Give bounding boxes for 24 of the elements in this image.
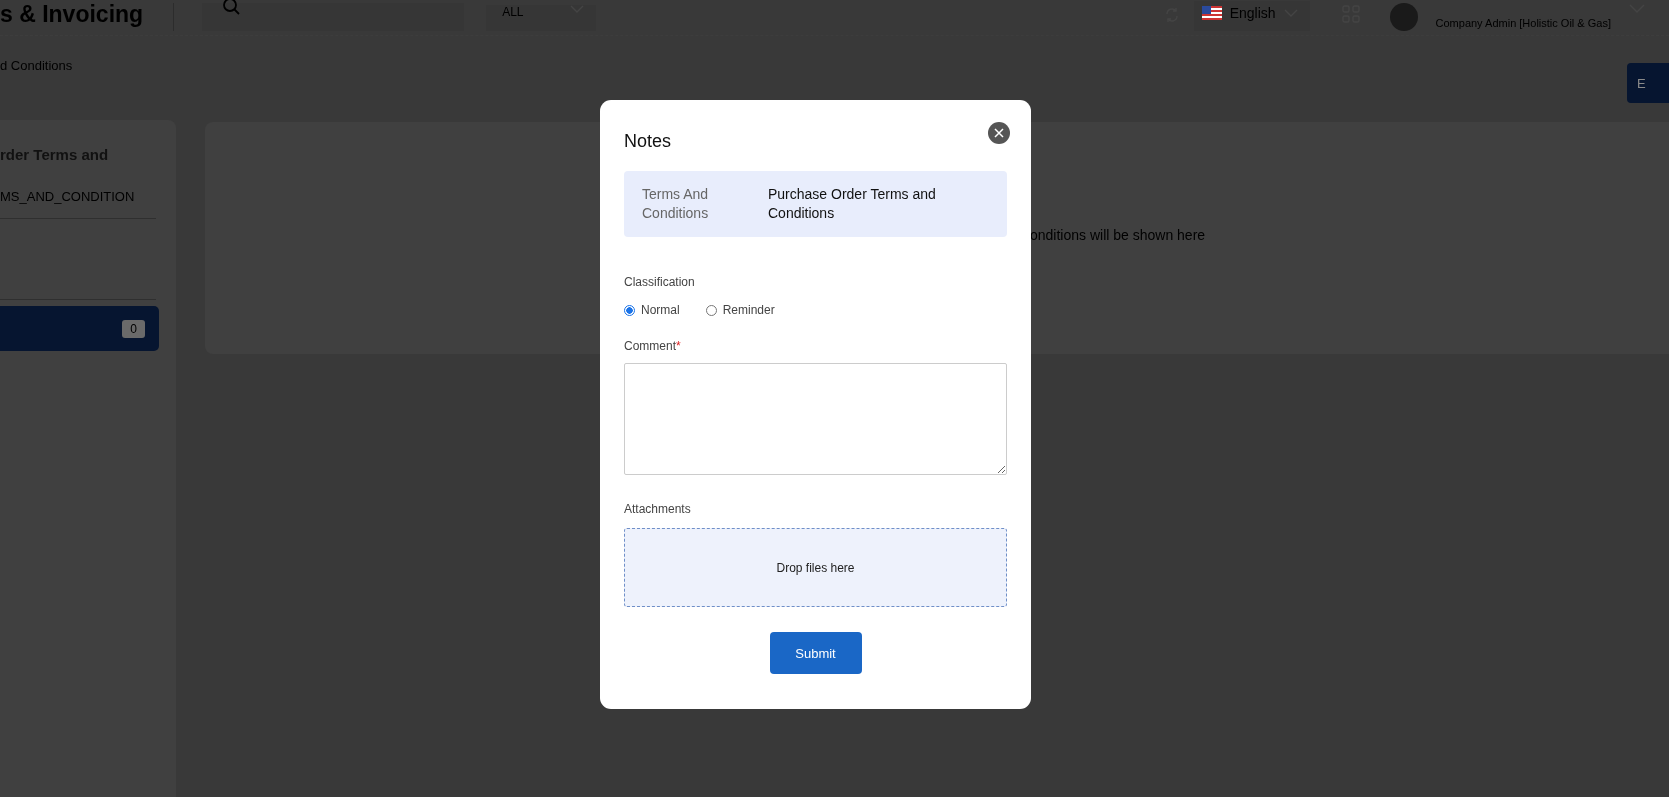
info-label: Terms And Conditions xyxy=(642,185,710,223)
info-value: Purchase Order Terms and Conditions xyxy=(768,185,937,223)
app-title: s & Invoicing xyxy=(0,1,144,28)
radio-option[interactable]: Normal xyxy=(624,303,680,317)
close-icon xyxy=(994,128,1004,138)
sidebar-code: MS_AND_CONDITION xyxy=(0,189,156,219)
field-label: Attachments xyxy=(624,502,692,516)
search-icon xyxy=(222,0,241,15)
count-badge: 0 xyxy=(122,319,145,338)
required-mark: * xyxy=(676,339,681,353)
avatar[interactable] xyxy=(1389,3,1418,31)
radio-icon[interactable] xyxy=(624,304,635,316)
field-label: Comment* xyxy=(624,339,682,353)
sidebar-item[interactable]: 0 xyxy=(0,306,159,351)
close-button[interactable] xyxy=(988,122,1010,144)
dialog-title: Notes xyxy=(624,131,672,152)
empty-message: onditions will be shown here xyxy=(1030,227,1206,243)
file-dropzone[interactable]: Drop files here xyxy=(624,528,1007,607)
comment-field[interactable] xyxy=(624,363,1007,475)
action-button[interactable]: E xyxy=(1627,63,1669,103)
field-label: Classification xyxy=(624,275,696,289)
submit-button[interactable]: Submit xyxy=(769,632,862,674)
radio-option[interactable]: Reminder xyxy=(705,303,775,317)
flag-icon xyxy=(1201,6,1222,20)
